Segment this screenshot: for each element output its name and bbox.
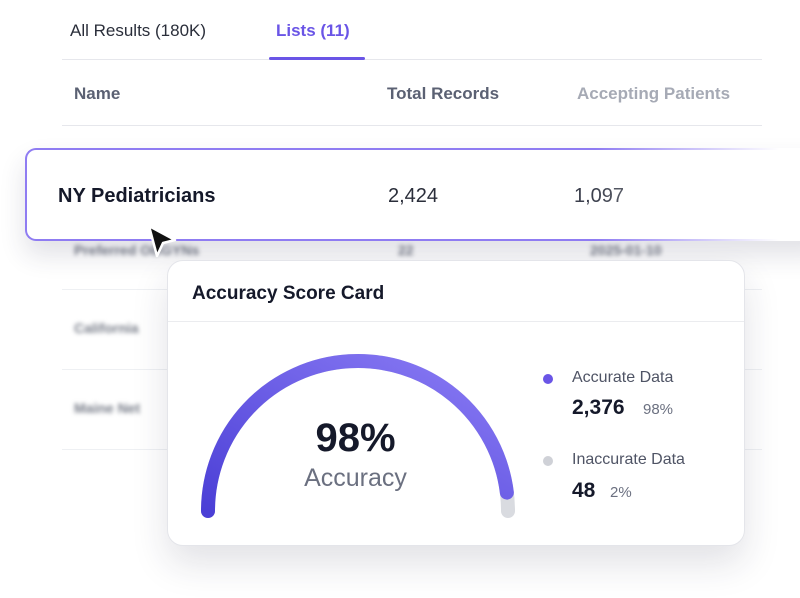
column-header-name[interactable]: Name	[74, 84, 120, 104]
accuracy-score-card: Accuracy Score Card 98% Accuracy Accurat…	[167, 260, 745, 546]
legend-accurate-label: Accurate Data	[572, 369, 674, 386]
legend-accurate-count: 2,376	[572, 396, 625, 419]
tab-lists[interactable]: Lists (11)	[276, 21, 350, 41]
accurate-dot-icon	[543, 374, 553, 384]
legend-inaccurate-count: 48	[572, 479, 596, 502]
row-name: NY Pediatricians	[58, 185, 216, 207]
gauge-label: Accuracy	[304, 464, 407, 492]
row-total-records: 22	[398, 242, 414, 258]
row-total-records: 2,424	[388, 185, 439, 207]
card-divider	[168, 321, 744, 322]
row-name: Maine Net	[74, 400, 141, 416]
row-name: California	[74, 320, 139, 336]
row-fade-overlay	[595, 148, 800, 241]
row-date: 2025-01-10	[590, 242, 662, 258]
gauge-value: 98%	[315, 416, 396, 460]
mouse-pointer-icon	[147, 224, 177, 258]
table-header: Name Total Records Accepting Patients	[62, 60, 762, 126]
tab-all-results[interactable]: All Results (180K)	[70, 21, 206, 41]
column-header-accepting-patients[interactable]: Accepting Patients	[577, 84, 730, 104]
results-tabs: All Results (180K) Lists (11)	[62, 0, 762, 60]
card-title: Accuracy Score Card	[192, 283, 385, 304]
legend-inaccurate-percent: 2%	[610, 484, 632, 501]
legend-accurate-percent: 98%	[643, 401, 674, 418]
column-header-total-records[interactable]: Total Records	[387, 84, 499, 104]
inaccurate-dot-icon	[543, 456, 553, 466]
legend-inaccurate-label: Inaccurate Data	[572, 451, 685, 468]
table-row-selected[interactable]: NY Pediatricians 2,424 1,097	[25, 148, 800, 241]
